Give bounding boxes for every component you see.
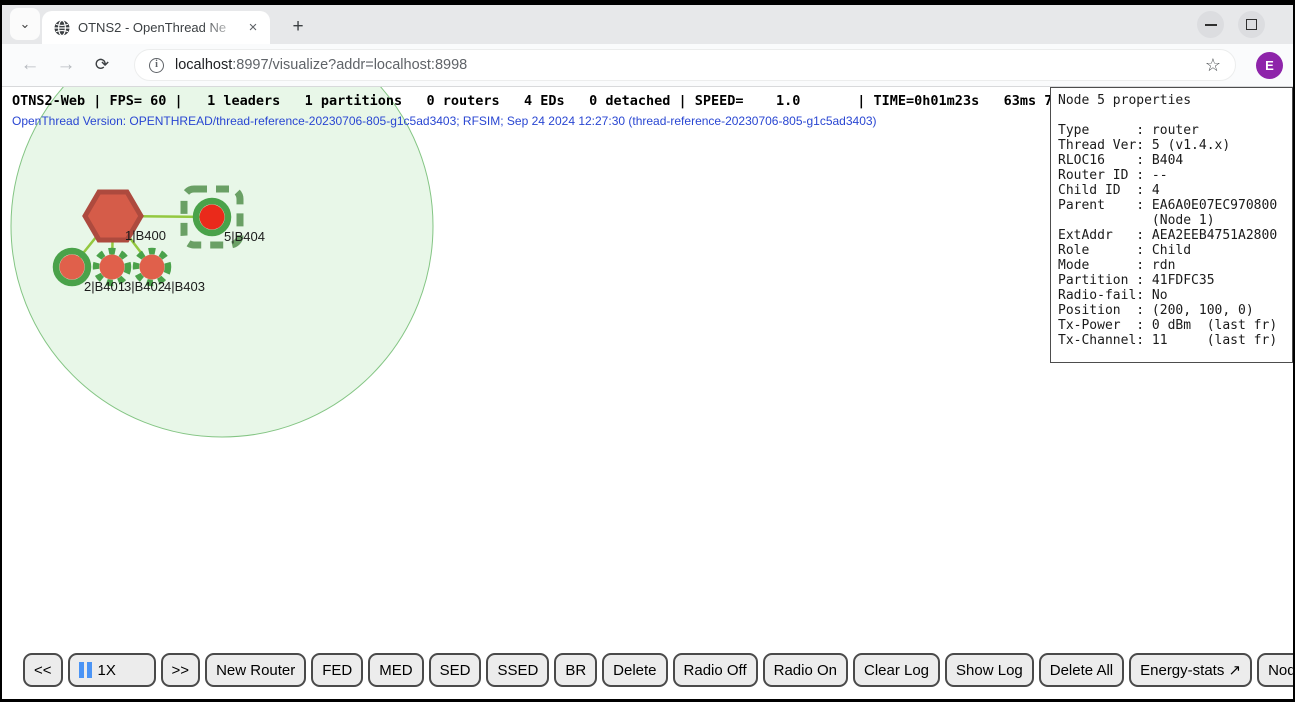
node-4[interactable] bbox=[140, 255, 165, 280]
br-button-label: BR bbox=[565, 662, 586, 679]
ssed-button-label: SSED bbox=[497, 662, 538, 679]
forward-icon[interactable]: → bbox=[52, 51, 80, 79]
slower-button[interactable]: << bbox=[23, 653, 63, 687]
med-button-label: MED bbox=[379, 662, 412, 679]
minimize-icon bbox=[1205, 24, 1217, 26]
node-5[interactable] bbox=[200, 205, 225, 230]
address-bar[interactable]: i localhost:8997/visualize?addr=localhos… bbox=[134, 49, 1236, 81]
node-2[interactable] bbox=[60, 255, 85, 280]
show-log-button[interactable]: Show Log bbox=[945, 653, 1034, 687]
pause-icon bbox=[79, 662, 92, 678]
tab-close-icon[interactable]: × bbox=[244, 19, 262, 37]
node-label-3: 3|B402 bbox=[124, 279, 165, 294]
sed-button-label: SED bbox=[440, 662, 471, 679]
profile-avatar[interactable]: E bbox=[1256, 52, 1283, 79]
node-properties-panel: Node 5 properties Type : router Thread V… bbox=[1050, 87, 1293, 363]
clear-log-button-label: Clear Log bbox=[864, 662, 929, 679]
clear-log-button[interactable]: Clear Log bbox=[853, 653, 940, 687]
radio-off-button-label: Radio Off bbox=[684, 662, 747, 679]
faster-button-label: >> bbox=[172, 662, 190, 679]
page-info-icon[interactable]: i bbox=[149, 58, 164, 73]
back-icon[interactable]: ← bbox=[16, 51, 44, 79]
node-properties-title: Node 5 properties bbox=[1058, 93, 1292, 108]
faster-button[interactable]: >> bbox=[161, 653, 201, 687]
radio-off-button[interactable]: Radio Off bbox=[673, 653, 758, 687]
speed-button-label: 1X bbox=[98, 662, 116, 679]
med-button[interactable]: MED bbox=[368, 653, 423, 687]
show-log-button-label: Show Log bbox=[956, 662, 1023, 679]
br-button[interactable]: BR bbox=[554, 653, 597, 687]
tab-search-button[interactable]: ⌄ bbox=[10, 8, 40, 40]
radio-on-button-label: Radio On bbox=[774, 662, 837, 679]
chevron-down-icon: ⌄ bbox=[20, 16, 31, 32]
node-label-1: 1|B400 bbox=[125, 228, 166, 243]
globe-favicon-icon bbox=[54, 20, 70, 36]
radio-on-button[interactable]: Radio On bbox=[763, 653, 848, 687]
tab-title: OTNS2 - OpenThread Ne bbox=[78, 20, 244, 35]
url-host: localhost bbox=[175, 57, 232, 73]
energy-stats-button-label: Energy-stats ↗ bbox=[1140, 661, 1241, 679]
node-stats-button[interactable]: Node-stats ↗ bbox=[1257, 653, 1293, 687]
sed-button[interactable]: SED bbox=[429, 653, 482, 687]
tab-otns2[interactable]: OTNS2 - OpenThread Ne × bbox=[42, 11, 270, 44]
url-path: :8997/visualize?addr=localhost:8998 bbox=[232, 57, 467, 73]
node-3[interactable] bbox=[100, 255, 125, 280]
fed-button[interactable]: FED bbox=[311, 653, 363, 687]
node-properties-body: Type : router Thread Ver: 5 (v1.4.x) RLO… bbox=[1058, 123, 1292, 348]
new-router-button-label: New Router bbox=[216, 662, 295, 679]
bookmark-star-icon[interactable]: ☆ bbox=[1205, 55, 1221, 76]
energy-stats-button[interactable]: Energy-stats ↗ bbox=[1129, 653, 1252, 687]
browser-window: ⌄ OTNS2 - OpenThread Ne × + ← → ⟳ i loca… bbox=[2, 5, 1293, 699]
slower-button-label: << bbox=[34, 662, 52, 679]
node-label-4: 4|B403 bbox=[164, 279, 205, 294]
delete-button[interactable]: Delete bbox=[602, 653, 667, 687]
node-label-2: 2|B401 bbox=[84, 279, 125, 294]
window-controls bbox=[1197, 11, 1265, 38]
delete-all-button[interactable]: Delete All bbox=[1039, 653, 1124, 687]
page-content: 1|B400 5|B404 2|B4013|B4024|B403 OTNS2-Web… bbox=[2, 87, 1293, 699]
fed-button-label: FED bbox=[322, 662, 352, 679]
bottom-toolbar: << 1X >> New Router FED MED SED SSED BR Delete Rad… bbox=[23, 653, 1293, 687]
delete-button-label: Delete bbox=[613, 662, 656, 679]
simulation-status-bar: OTNS2-Web | FPS= 60 | 1 leaders 1 partit… bbox=[12, 93, 1085, 109]
ssed-button[interactable]: SSED bbox=[486, 653, 549, 687]
new-router-button[interactable]: New Router bbox=[205, 653, 306, 687]
new-tab-button[interactable]: + bbox=[284, 13, 312, 41]
network-canvas[interactable] bbox=[2, 87, 1052, 699]
url-toolbar: ← → ⟳ i localhost:8997/visualize?addr=lo… bbox=[2, 44, 1293, 87]
maximize-icon bbox=[1246, 19, 1257, 30]
tab-strip: ⌄ OTNS2 - OpenThread Ne × + bbox=[2, 5, 1293, 44]
reload-icon[interactable]: ⟳ bbox=[88, 51, 116, 79]
node-label-5: 5|B404 bbox=[224, 229, 265, 244]
minimize-button[interactable] bbox=[1197, 11, 1224, 38]
url-text[interactable]: localhost:8997/visualize?addr=localhost:… bbox=[175, 57, 1197, 73]
speed-button[interactable]: 1X bbox=[68, 653, 156, 687]
delete-all-button-label: Delete All bbox=[1050, 662, 1113, 679]
maximize-button[interactable] bbox=[1238, 11, 1265, 38]
node-stats-button-label: Node-stats ↗ bbox=[1268, 661, 1293, 679]
openthread-version-link[interactable]: OpenThread Version: OPENTHREAD/thread-re… bbox=[12, 114, 877, 128]
